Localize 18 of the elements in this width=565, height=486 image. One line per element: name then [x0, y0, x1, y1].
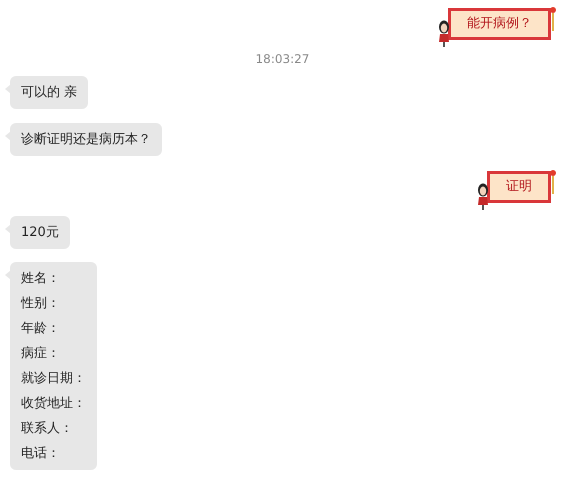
message-text: 性别： — [21, 295, 61, 313]
message-text: 联系人： — [21, 420, 74, 438]
message-text: 病症： — [21, 345, 61, 363]
message-text: 可以的 亲 — [21, 84, 78, 102]
message-text: 证明 — [506, 179, 532, 194]
message-text: 姓名： — [21, 270, 61, 288]
message-text: 120元 — [21, 224, 59, 242]
message-text: 能开病例？ — [467, 16, 532, 31]
message-text: 就诊日期： — [21, 370, 86, 388]
figure-icon — [438, 20, 450, 48]
message-text: 年龄： — [21, 320, 61, 338]
message-text: 电话： — [21, 445, 61, 463]
message-text: 诊断证明还是病历本？ — [21, 131, 151, 149]
timestamp: 18:03:27 — [256, 51, 310, 68]
message-text: 收货地址： — [21, 395, 86, 413]
tassel-icon — [549, 169, 557, 195]
figure-icon — [477, 183, 489, 211]
tassel-icon — [549, 6, 557, 32]
